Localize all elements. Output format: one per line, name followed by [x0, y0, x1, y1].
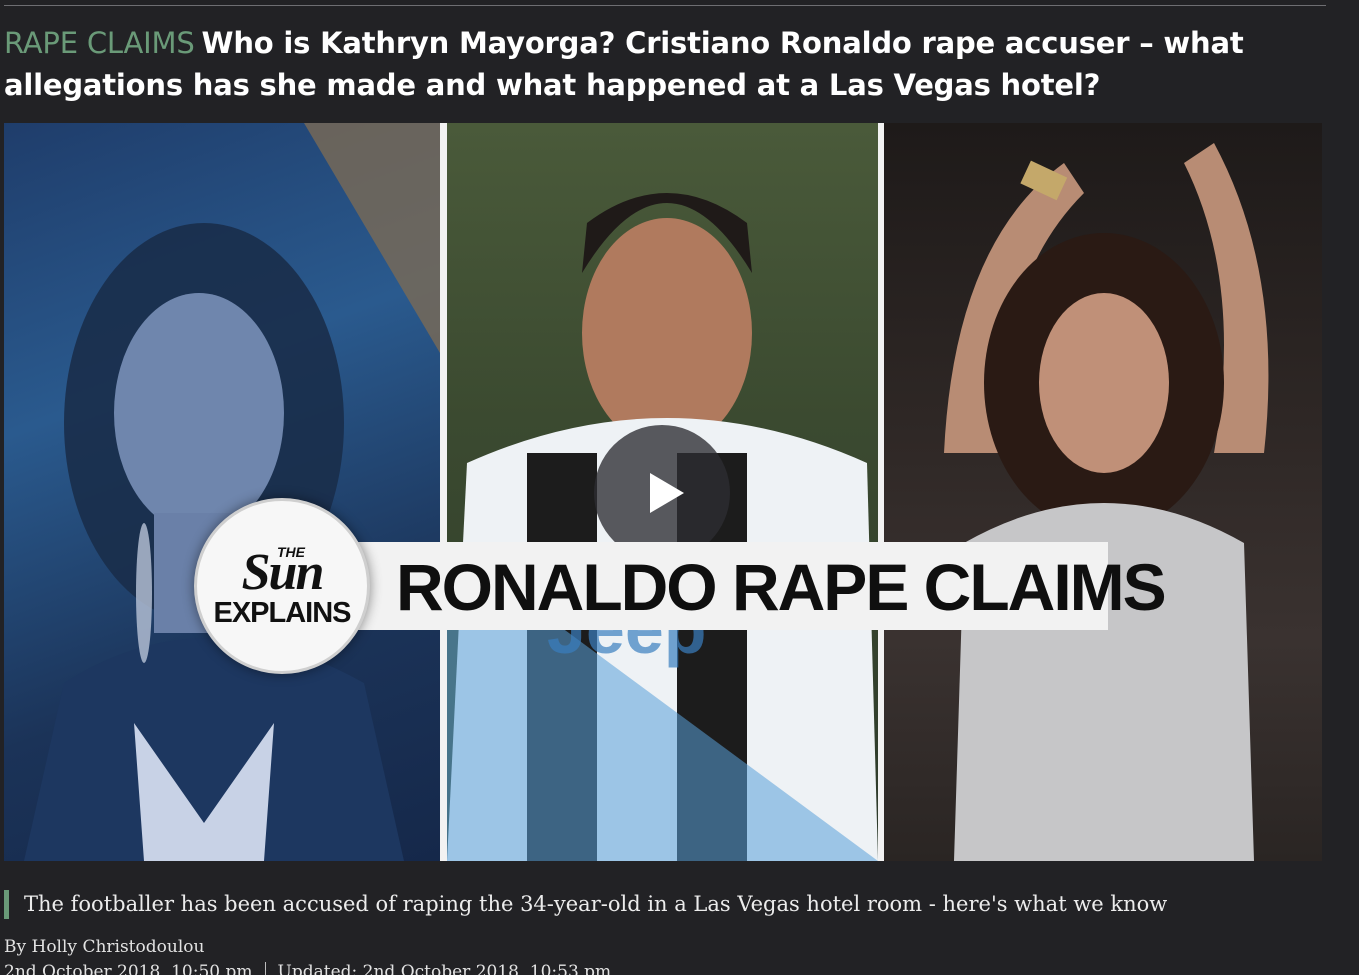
- article-headline: RAPE CLAIMS Who is Kathryn Mayorga? Crist…: [4, 22, 1324, 106]
- published-date: 2nd October 2018, 10:50 pm: [4, 962, 253, 975]
- video-title-text: RONALDO RAPE CLAIMS: [396, 550, 1167, 624]
- standfirst-accent-bar: [4, 890, 9, 919]
- article-page: RAPE CLAIMS Who is Kathryn Mayorga? Crist…: [0, 0, 1359, 975]
- top-divider: [4, 5, 1326, 6]
- play-icon: [650, 473, 684, 513]
- date-separator: [264, 962, 266, 975]
- sun-logo-explains: EXPLAINS: [213, 597, 351, 629]
- photo-woman-dancing: [884, 123, 1322, 861]
- photo-woman-portrait: [4, 123, 440, 861]
- author-byline[interactable]: By Holly Christodoulou: [4, 935, 204, 959]
- portrait-illustration: [24, 123, 440, 861]
- updated-date: Updated: 2nd October 2018, 10:53 pm: [277, 962, 612, 975]
- article-standfirst: The footballer has been accused of rapin…: [24, 892, 1168, 916]
- play-button[interactable]: [594, 425, 730, 561]
- section-kicker[interactable]: RAPE CLAIMS: [4, 26, 195, 60]
- article-dates: 2nd October 2018, 10:50 pm Updated: 2nd O…: [4, 960, 611, 975]
- the-sun-explains-logo: Sun THE EXPLAINS: [194, 498, 370, 674]
- video-player[interactable]: Jeep: [4, 123, 1322, 861]
- dancing-illustration: [944, 143, 1269, 861]
- panel-divider: [440, 123, 447, 861]
- sun-logo-the: THE: [277, 544, 305, 560]
